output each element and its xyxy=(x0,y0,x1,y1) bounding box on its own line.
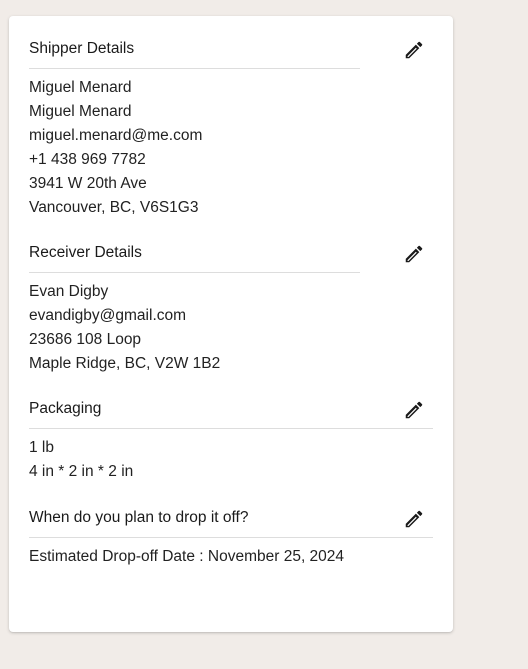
shipper-contact-name: Miguel Menard xyxy=(29,103,132,120)
receiver-details-divider xyxy=(29,272,360,273)
shipper-name: Miguel Menard xyxy=(29,79,132,96)
dropoff-section: When do you plan to drop it off? Estimat… xyxy=(29,508,433,569)
receiver-name: Evan Digby xyxy=(29,283,109,300)
shipper-phone: +1 438 969 7782 xyxy=(29,151,146,168)
shipper-street: 3941 W 20th Ave xyxy=(29,175,147,192)
shipper-city: Vancouver, BC, V6S1G3 xyxy=(29,199,199,216)
dropoff-title: When do you plan to drop it off? xyxy=(29,509,249,526)
pencil-icon xyxy=(405,245,423,263)
packaging-divider xyxy=(29,428,433,429)
dropoff-date: Estimated Drop-off Date : November 25, 2… xyxy=(29,548,345,565)
packaging-section: Packaging 1 lb 4 in * 2 in * 2 in xyxy=(29,399,433,484)
edit-shipper-button[interactable] xyxy=(403,39,425,61)
shipper-details-title: Shipper Details xyxy=(29,40,135,57)
pencil-icon xyxy=(405,510,423,528)
packaging-lines: 1 lb 4 in * 2 in * 2 in xyxy=(29,436,433,484)
receiver-street: 23686 108 Loop xyxy=(29,331,142,348)
dropoff-divider xyxy=(29,537,433,538)
shipper-email: miguel.menard@me.com xyxy=(29,127,203,144)
dropoff-lines: Estimated Drop-off Date : November 25, 2… xyxy=(29,545,433,569)
shipper-details-divider xyxy=(29,68,360,69)
shipper-details-lines: Miguel Menard Miguel Menard miguel.menar… xyxy=(29,76,360,220)
package-weight: 1 lb xyxy=(29,439,54,456)
summary-card: Shipper Details Miguel Menard Miguel Men… xyxy=(9,16,453,632)
receiver-details-lines: Evan Digby evandigby@gmail.com 23686 108… xyxy=(29,280,360,376)
pencil-icon xyxy=(405,41,423,59)
package-dimensions: 4 in * 2 in * 2 in xyxy=(29,463,134,480)
edit-receiver-button[interactable] xyxy=(403,243,425,265)
receiver-details-title: Receiver Details xyxy=(29,244,142,261)
pencil-icon xyxy=(405,401,423,419)
receiver-email: evandigby@gmail.com xyxy=(29,307,187,324)
packaging-title: Packaging xyxy=(29,400,102,417)
receiver-details-section: Receiver Details Evan Digby evandigby@gm… xyxy=(29,243,360,376)
shipper-details-section: Shipper Details Miguel Menard Miguel Men… xyxy=(29,39,360,220)
edit-dropoff-button[interactable] xyxy=(403,508,425,530)
edit-packaging-button[interactable] xyxy=(403,399,425,421)
receiver-city: Maple Ridge, BC, V2W 1B2 xyxy=(29,355,221,372)
